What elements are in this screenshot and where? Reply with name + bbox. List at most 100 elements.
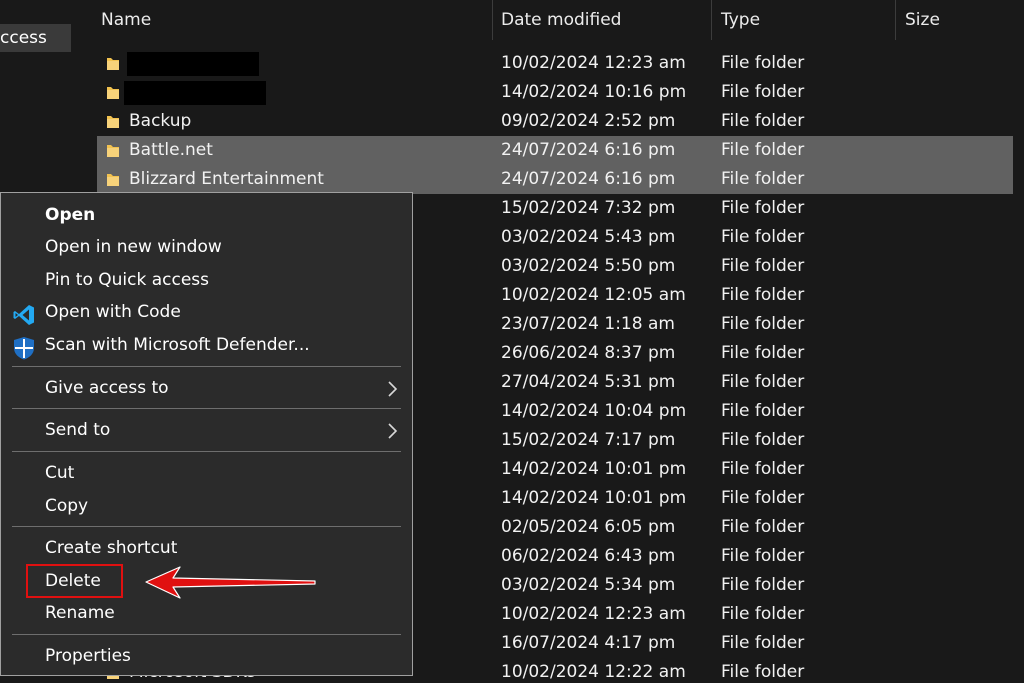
row-date-modified: 15/02/2024 7:17 pm: [501, 430, 676, 450]
row-date-modified: 09/02/2024 2:52 pm: [501, 111, 676, 131]
nav-item-quick-access[interactable]: ccess: [0, 24, 71, 52]
column-header-type[interactable]: Type: [721, 10, 760, 30]
table-row[interactable]: Battle.net 24/07/2024 6:16 pm File folder: [97, 136, 1013, 165]
menu-item-give-access-to-label: Give access to: [45, 378, 169, 398]
menu-item-open-with-code[interactable]: Open with Code: [1, 297, 412, 329]
menu-item-pin-quick-access-label: Pin to Quick access: [45, 270, 210, 290]
menu-separator: [12, 634, 401, 635]
menu-item-cut[interactable]: Cut: [1, 458, 412, 490]
delete-highlight-box: [26, 564, 123, 598]
menu-item-rename-label: Rename: [45, 603, 115, 623]
menu-item-send-to-label: Send to: [45, 420, 111, 440]
row-type: File folder: [721, 401, 805, 421]
menu-item-scan-defender[interactable]: Scan with Microsoft Defender...: [1, 330, 412, 362]
row-date-modified: 10/02/2024 12:22 am: [501, 662, 686, 682]
menu-item-scan-defender-label: Scan with Microsoft Defender...: [45, 335, 310, 355]
row-date-modified: 16/07/2024 4:17 pm: [501, 633, 676, 653]
row-date-modified: 03/02/2024 5:43 pm: [501, 227, 676, 247]
menu-item-open[interactable]: Open: [1, 200, 412, 232]
row-type: File folder: [721, 488, 805, 508]
folder-icon: [107, 58, 119, 70]
row-date-modified: 10/02/2024 12:05 am: [501, 285, 686, 305]
defender-shield-icon: [14, 337, 34, 360]
menu-item-properties[interactable]: Properties: [1, 641, 412, 673]
row-type: File folder: [721, 111, 805, 131]
menu-item-properties-label: Properties: [45, 646, 131, 666]
menu-item-cut-label: Cut: [45, 463, 75, 483]
column-header: ^ Name Date modified Type Size: [75, 0, 1024, 42]
table-row[interactable]: 10/02/2024 12:23 am File folder: [97, 49, 1013, 78]
context-menu: Open Open in new window Pin to Quick acc…: [0, 192, 413, 676]
row-type: File folder: [721, 430, 805, 450]
menu-item-send-to[interactable]: Send to: [1, 415, 412, 447]
sort-ascending-icon: ^: [287, 0, 295, 5]
menu-item-open-new-window-label: Open in new window: [45, 237, 222, 257]
menu-item-create-shortcut-label: Create shortcut: [45, 538, 178, 558]
menu-item-pin-quick-access[interactable]: Pin to Quick access: [1, 265, 412, 297]
redacted-name: [124, 81, 266, 105]
row-name: Blizzard Entertainment: [129, 169, 324, 189]
table-row[interactable]: 14/02/2024 10:16 pm File folder: [97, 78, 1013, 107]
folder-icon: [107, 145, 119, 157]
folder-icon: [107, 174, 119, 186]
row-type: File folder: [721, 227, 805, 247]
row-type: File folder: [721, 198, 805, 218]
row-date-modified: 24/07/2024 6:16 pm: [501, 140, 676, 160]
row-date-modified: 15/02/2024 7:32 pm: [501, 198, 676, 218]
row-date-modified: 23/07/2024 1:18 am: [501, 314, 675, 334]
menu-item-rename[interactable]: Rename: [1, 598, 412, 630]
vscode-icon: [13, 305, 34, 325]
row-type: File folder: [721, 140, 805, 160]
row-type: File folder: [721, 169, 805, 189]
row-date-modified: 10/02/2024 12:23 am: [501, 604, 686, 624]
menu-item-open-with-code-label: Open with Code: [45, 302, 181, 322]
column-header-name[interactable]: Name: [101, 10, 151, 30]
table-row[interactable]: Blizzard Entertainment 24/07/2024 6:16 pm…: [97, 165, 1013, 194]
row-type: File folder: [721, 459, 805, 479]
folder-icon: [107, 116, 119, 128]
row-type: File folder: [721, 662, 805, 682]
row-date-modified: 03/02/2024 5:50 pm: [501, 256, 676, 276]
menu-separator: [12, 526, 401, 527]
row-date-modified: 14/02/2024 10:04 pm: [501, 401, 687, 421]
row-type: File folder: [721, 343, 805, 363]
row-type: File folder: [721, 546, 805, 566]
row-date-modified: 14/02/2024 10:01 pm: [501, 488, 687, 508]
row-type: File folder: [721, 285, 805, 305]
row-type: File folder: [721, 575, 805, 595]
folder-icon: [107, 87, 119, 99]
column-divider[interactable]: [492, 0, 493, 40]
chevron-right-icon: [388, 423, 398, 439]
row-name: Battle.net: [129, 140, 213, 160]
row-date-modified: 26/06/2024 8:37 pm: [501, 343, 676, 363]
row-type: File folder: [721, 314, 805, 334]
table-row[interactable]: Backup 09/02/2024 2:52 pm File folder: [97, 107, 1013, 136]
row-date-modified: 14/02/2024 10:16 pm: [501, 82, 687, 102]
row-type: File folder: [721, 372, 805, 392]
row-name: Backup: [129, 111, 192, 131]
row-date-modified: 06/02/2024 6:43 pm: [501, 546, 676, 566]
menu-item-create-shortcut[interactable]: Create shortcut: [1, 533, 412, 565]
row-type: File folder: [721, 633, 805, 653]
column-header-size[interactable]: Size: [905, 10, 940, 30]
menu-item-copy-label: Copy: [45, 496, 89, 516]
chevron-right-icon: [388, 381, 398, 397]
row-date-modified: 02/05/2024 6:05 pm: [501, 517, 676, 537]
menu-item-open-label: Open: [45, 205, 96, 225]
row-date-modified: 27/04/2024 5:31 pm: [501, 372, 676, 392]
menu-separator: [12, 366, 401, 367]
menu-item-give-access-to[interactable]: Give access to: [1, 373, 412, 405]
row-date-modified: 03/02/2024 5:34 pm: [501, 575, 676, 595]
menu-separator: [12, 408, 401, 409]
row-type: File folder: [721, 82, 805, 102]
column-divider[interactable]: [711, 0, 712, 40]
menu-item-open-new-window[interactable]: Open in new window: [1, 232, 412, 264]
row-date-modified: 14/02/2024 10:01 pm: [501, 459, 687, 479]
row-date-modified: 24/07/2024 6:16 pm: [501, 169, 676, 189]
column-header-date-modified[interactable]: Date modified: [501, 10, 621, 30]
red-arrow-annotation: [145, 566, 316, 599]
redacted-name: [127, 52, 259, 76]
column-divider[interactable]: [895, 0, 896, 40]
menu-item-copy[interactable]: Copy: [1, 491, 412, 523]
row-type: File folder: [721, 604, 805, 624]
